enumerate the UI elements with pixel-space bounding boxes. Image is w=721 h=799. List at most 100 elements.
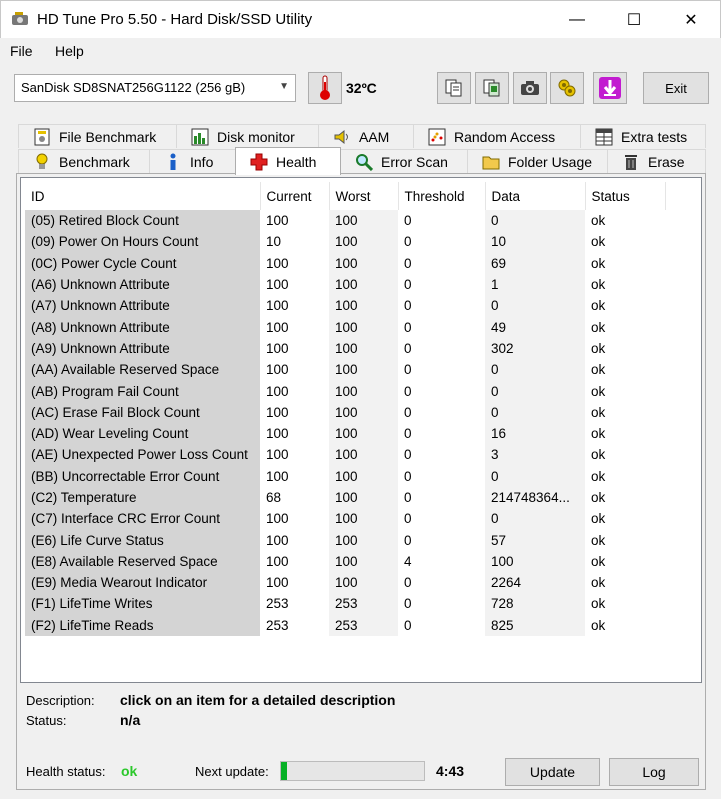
table-row[interactable]: (F1) LifeTime Writes 253 253 0 728 ok (25, 593, 665, 615)
temperature-button[interactable] (308, 72, 342, 104)
cell-data: 0 (485, 295, 585, 317)
cell-data: 69 (485, 252, 585, 274)
log-button[interactable]: Log (609, 758, 699, 786)
column-header-id[interactable]: ID (25, 182, 261, 210)
column-header-worst[interactable]: Worst (329, 182, 399, 210)
tab-benchmark[interactable]: Benchmark (18, 149, 150, 173)
cell-threshold: 0 (398, 252, 485, 274)
next-update-timer: 4:43 (436, 763, 465, 779)
table-row[interactable]: (AB) Program Fail Count 100 100 0 0 ok (25, 380, 665, 402)
smart-attributes-list[interactable]: ID Current Worst Threshold Data Status (… (20, 177, 702, 683)
cell-worst: 100 (329, 508, 398, 530)
cell-attr-id: (0C) Power Cycle Count (25, 252, 260, 274)
health-status-value: ok (121, 763, 138, 779)
table-row[interactable]: (0C) Power Cycle Count 100 100 0 69 ok (25, 252, 665, 274)
table-row[interactable]: (A8) Unknown Attribute 100 100 0 49 ok (25, 316, 665, 338)
cell-attr-id: (A7) Unknown Attribute (25, 295, 260, 317)
tab-erase[interactable]: Erase (607, 149, 706, 173)
copy-info-button[interactable] (437, 72, 471, 104)
tab-info[interactable]: Info (149, 149, 236, 173)
cell-threshold: 0 (398, 380, 485, 402)
column-header-data[interactable]: Data (485, 182, 586, 210)
table-row[interactable]: (AA) Available Reserved Space 100 100 0 0 ok (25, 359, 665, 381)
copy-all-button[interactable] (475, 72, 509, 104)
cell-threshold: 0 (398, 295, 485, 317)
save-download-button[interactable] (593, 72, 627, 104)
cell-status: ok (585, 465, 665, 487)
cell-current: 100 (260, 252, 329, 274)
cell-threshold: 0 (398, 273, 485, 296)
cell-worst: 100 (329, 273, 398, 296)
table-row[interactable]: (A7) Unknown Attribute 100 100 0 0 ok (25, 295, 665, 317)
tab-random-access[interactable]: Random Access (413, 124, 581, 148)
tab-folder-usage[interactable]: Folder Usage (467, 149, 608, 173)
tab-extra-tests[interactable]: Extra tests (580, 124, 706, 148)
tab-health[interactable]: Health (235, 147, 341, 175)
tab-label: Random Access (454, 128, 556, 145)
cell-current: 100 (260, 465, 329, 487)
cell-attr-id: (AA) Available Reserved Space (25, 359, 260, 381)
update-button[interactable]: Update (505, 758, 600, 786)
table-row[interactable]: (A9) Unknown Attribute 100 100 0 302 ok (25, 337, 665, 360)
menu-file[interactable]: File (10, 43, 33, 59)
minimize-icon[interactable]: — (554, 1, 600, 39)
table-row[interactable]: (05) Retired Block Count 100 100 0 0 ok (25, 210, 665, 232)
menu-help[interactable]: Help (55, 43, 84, 59)
tab-label: Erase (648, 153, 685, 170)
table-row[interactable]: (F2) LifeTime Reads 253 253 0 825 ok (25, 614, 665, 636)
close-icon[interactable]: ✕ (668, 1, 714, 39)
table-row[interactable]: (E8) Available Reserved Space 100 100 4 100 o… (25, 550, 665, 573)
table-row[interactable]: (C7) Interface CRC Error Count 100 100 0 0 ok (25, 508, 665, 530)
health-cross-icon (250, 153, 268, 171)
cell-current: 68 (260, 486, 329, 509)
cell-status: ok (585, 486, 665, 509)
thermometer-icon (320, 75, 330, 100)
camera-icon (521, 81, 539, 95)
tab-file-benchmark[interactable]: File Benchmark (18, 124, 177, 148)
table-row[interactable]: (09) Power On Hours Count 10 100 0 10 ok (25, 231, 665, 253)
column-header-current[interactable]: Current (260, 182, 330, 210)
cell-worst: 100 (329, 401, 398, 423)
cell-status: ok (585, 508, 665, 530)
cell-status: ok (585, 529, 665, 551)
table-row[interactable]: (AC) Erase Fail Block Count 100 100 0 0 ok (25, 401, 665, 423)
cell-current: 10 (260, 231, 329, 253)
tab-disk-monitor[interactable]: Disk monitor (176, 124, 319, 148)
cell-status: ok (585, 316, 665, 338)
maximize-icon[interactable]: ☐ (611, 1, 657, 39)
cell-worst: 100 (329, 422, 398, 445)
cell-threshold: 0 (398, 422, 485, 445)
cell-status: ok (585, 337, 665, 360)
cell-current: 100 (260, 529, 329, 551)
chevron-down-icon: ▼ (279, 81, 289, 92)
cell-threshold: 0 (398, 401, 485, 423)
options-button[interactable] (550, 72, 584, 104)
column-header-status[interactable]: Status (585, 182, 666, 210)
drive-select[interactable]: SanDisk SD8SNAT256G1122 (256 gB) ▼ (14, 74, 296, 102)
screenshot-button[interactable] (513, 72, 547, 104)
folder-icon (482, 153, 500, 171)
cell-status: ok (585, 231, 665, 253)
table-row[interactable]: (C2) Temperature 68 100 0 214748364... ok (25, 486, 665, 509)
cell-data: 57 (485, 529, 585, 551)
table-row[interactable]: (A6) Unknown Attribute 100 100 0 1 ok (25, 273, 665, 296)
cell-current: 100 (260, 273, 329, 296)
tab-error-scan[interactable]: Error Scan (340, 149, 468, 173)
table-row[interactable]: (E6) Life Curve Status 100 100 0 57 ok (25, 529, 665, 551)
cell-status: ok (585, 614, 665, 636)
exit-button[interactable]: Exit (643, 72, 709, 104)
tab-label: Disk monitor (217, 128, 295, 145)
cell-worst: 100 (329, 359, 398, 381)
table-row[interactable]: (AD) Wear Leveling Count 100 100 0 16 ok (25, 422, 665, 445)
cell-worst: 100 (329, 231, 398, 253)
disk-monitor-icon (191, 128, 209, 146)
cell-worst: 100 (329, 295, 398, 317)
column-header-threshold[interactable]: Threshold (398, 182, 486, 210)
cell-attr-id: (A6) Unknown Attribute (25, 273, 260, 296)
table-row[interactable]: (BB) Uncorrectable Error Count 100 100 0 0 ok (25, 465, 665, 487)
table-row[interactable]: (AE) Unexpected Power Loss Count 100 100 0 3… (25, 444, 665, 466)
cell-threshold: 4 (398, 550, 485, 573)
table-header-row: ID Current Worst Threshold Data Status (25, 182, 666, 210)
table-row[interactable]: (E9) Media Wearout Indicator 100 100 0 2264 o… (25, 572, 665, 594)
tab-aam[interactable]: AAM (318, 124, 414, 148)
